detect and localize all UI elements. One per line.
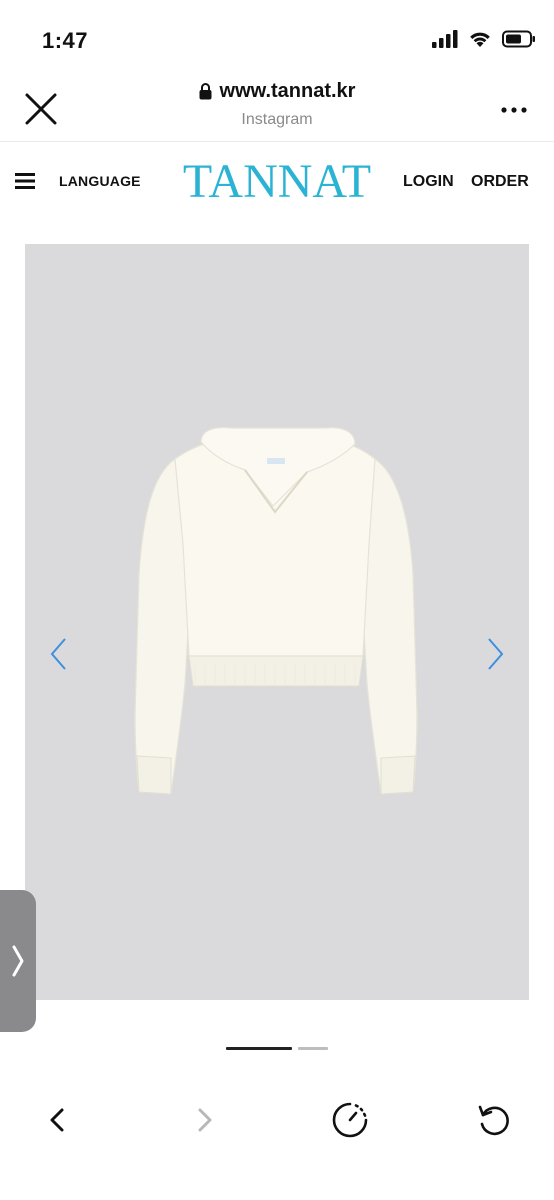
- signal-icon: [432, 30, 458, 48]
- chevron-right-icon: [12, 945, 24, 977]
- lock-icon: [199, 83, 212, 100]
- site-logo[interactable]: TANNAT: [182, 156, 372, 208]
- chevron-right-icon: [488, 638, 504, 670]
- wifi-icon: [470, 32, 490, 47]
- language-link[interactable]: LANGUAGE: [59, 173, 141, 189]
- speed-icon: [332, 1102, 368, 1138]
- carousel-prev-button[interactable]: [47, 636, 71, 672]
- back-icon: [50, 1108, 64, 1132]
- forward-icon: [198, 1108, 212, 1132]
- pager-indicator-2[interactable]: [298, 1047, 328, 1050]
- back-button[interactable]: [38, 1100, 78, 1140]
- reload-icon: [478, 1105, 509, 1136]
- url-text: www.tannat.kr: [219, 80, 356, 102]
- battery-icon: [502, 30, 535, 48]
- browser-toolbar: [0, 1060, 554, 1200]
- order-link[interactable]: ORDER: [471, 173, 529, 191]
- login-link[interactable]: LOGIN: [403, 173, 454, 191]
- hamburger-icon: [15, 173, 35, 189]
- browser-header: www.tannat.kr Instagram: [0, 72, 554, 142]
- more-button[interactable]: [500, 102, 528, 113]
- more-icon: [501, 107, 527, 113]
- carousel-pager: [226, 1047, 328, 1050]
- side-drawer-tab[interactable]: [0, 890, 36, 1032]
- pager-indicator-1[interactable]: [226, 1047, 292, 1050]
- hooded-knit-sweater-image: [134, 426, 418, 795]
- chevron-left-icon: [50, 638, 66, 670]
- product-image[interactable]: [25, 244, 529, 1000]
- forward-button[interactable]: [184, 1100, 224, 1140]
- status-bar: 1:47: [0, 0, 554, 72]
- status-icons: [432, 30, 536, 48]
- status-time: 1:47: [42, 28, 89, 53]
- site-nav: LANGUAGE TANNAT LOGIN ORDER: [0, 142, 554, 222]
- url-source: Instagram: [241, 111, 313, 128]
- url-bar[interactable]: www.tannat.kr Instagram: [0, 80, 554, 129]
- menu-button[interactable]: [15, 172, 35, 190]
- carousel-next-button[interactable]: [483, 636, 507, 672]
- speed-button[interactable]: [330, 1100, 370, 1140]
- reload-button[interactable]: [474, 1100, 514, 1140]
